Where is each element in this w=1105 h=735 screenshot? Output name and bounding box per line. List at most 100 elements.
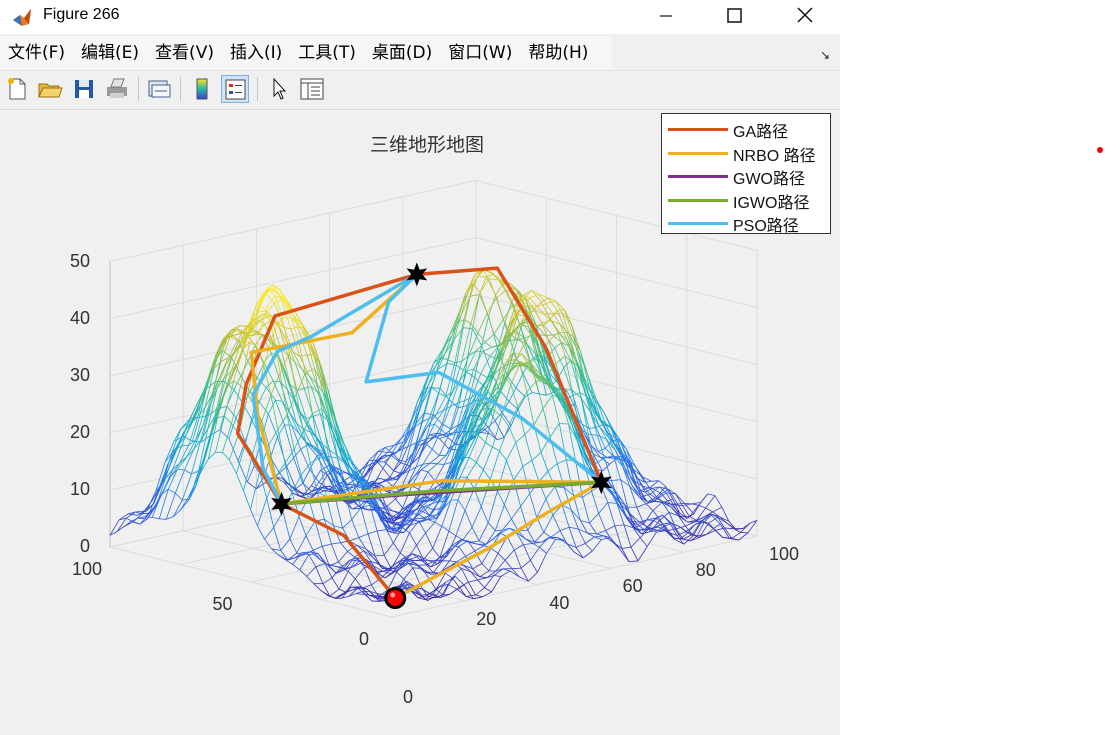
mesh-segment: [422, 448, 433, 465]
mesh-segment: [515, 532, 524, 545]
mesh-segment: [705, 495, 716, 509]
mesh-segment: [573, 551, 584, 559]
mesh-segment: [360, 507, 369, 534]
mesh-segment: [378, 477, 386, 481]
mesh-segment: [293, 430, 304, 450]
mesh-segment: [513, 466, 524, 481]
mesh-segment: [731, 532, 742, 539]
mesh-segment: [484, 333, 495, 343]
mesh-segment: [420, 469, 429, 473]
mesh-segment: [267, 302, 275, 312]
y-tick-50: 50: [212, 594, 233, 614]
mesh-segment: [504, 549, 515, 561]
mesh-segment: [531, 452, 542, 461]
mesh-segment: [554, 486, 563, 506]
mesh-segment: [575, 543, 586, 548]
mesh-segment: [543, 313, 552, 321]
mesh-segment: [547, 463, 558, 472]
mesh-segment: [492, 533, 501, 540]
x-tick-40: 40: [549, 592, 570, 613]
mesh-segment: [492, 446, 500, 452]
mesh-segment: [449, 560, 457, 563]
mesh-segment: [172, 509, 181, 518]
mesh-segment: [523, 345, 531, 364]
mesh-segment: [482, 346, 493, 352]
mesh-segment: [484, 587, 492, 593]
mesh-segment: [466, 477, 475, 489]
y-tick-0: 0: [359, 629, 370, 649]
legend-entry-1[interactable]: NRBO 路径: [662, 140, 830, 165]
mesh-segment: [610, 537, 621, 550]
mesh-segment: [623, 524, 632, 548]
mesh-segment: [315, 566, 324, 584]
legend-entry-4[interactable]: PSO路径: [662, 210, 830, 235]
mesh-segment: [535, 381, 544, 409]
mesh-segment: [229, 433, 239, 460]
mesh-segment: [570, 509, 579, 530]
legend[interactable]: GA路径 NRBO 路径 GWO路径 IGWO路径 PSO路径: [661, 113, 831, 235]
mesh-segment: [520, 559, 531, 569]
mesh-segment: [130, 521, 141, 525]
mesh-segment: [668, 489, 678, 505]
legend-entry-3[interactable]: IGWO路径: [662, 187, 830, 212]
mesh-segment: [402, 527, 410, 534]
mesh-segment: [486, 298, 497, 314]
mesh-segment: [591, 539, 602, 552]
mesh-segment: [293, 457, 304, 484]
mesh-segment: [482, 446, 493, 471]
mesh-segment: [534, 532, 545, 543]
mesh-segment: [591, 491, 600, 514]
mesh-segment: [512, 352, 523, 355]
mesh-segment: [338, 571, 349, 590]
mesh-segment: [354, 567, 365, 580]
mesh-segment: [322, 543, 332, 547]
mesh-segment: [412, 567, 421, 585]
x-tick-100: 100: [769, 544, 800, 564]
mesh-segment: [539, 393, 547, 396]
mesh-segment: [490, 547, 499, 554]
mesh-segment: [463, 584, 474, 600]
mesh-segment: [222, 423, 232, 453]
mesh-segment: [409, 532, 417, 546]
plot-axes[interactable]: [0, 0, 840, 735]
mesh-segment: [224, 380, 235, 417]
legend-entry-2[interactable]: GWO路径: [662, 163, 830, 188]
mesh-segment: [425, 532, 434, 549]
mesh-segment: [508, 425, 517, 443]
mesh-segment: [312, 545, 323, 551]
legend-entry-0[interactable]: GA路径: [662, 116, 830, 141]
mesh-segment: [582, 550, 593, 559]
legend-label: PSO路径: [733, 218, 799, 235]
mesh-segment: [298, 516, 307, 536]
mesh-segment: [242, 403, 253, 421]
mesh-segment: [440, 333, 451, 358]
mesh-segment: [445, 572, 453, 579]
mesh-segment: [509, 332, 517, 334]
mesh-segment: [682, 505, 690, 517]
z-tick-40: 40: [70, 307, 91, 328]
mesh-segment: [585, 543, 593, 552]
mesh-segment: [466, 462, 477, 478]
mesh-segment: [513, 479, 521, 507]
mesh-segment: [480, 506, 489, 523]
mesh-segment: [537, 553, 547, 573]
mesh-segment: [439, 454, 447, 457]
mesh-segment: [396, 571, 405, 580]
mesh-segment: [432, 526, 443, 549]
mesh-segment: [275, 462, 286, 478]
x-tick-60: 60: [622, 576, 643, 597]
mesh-segment: [478, 522, 489, 542]
mesh-segment: [477, 579, 485, 588]
x-tick-0: 0: [403, 687, 414, 707]
mesh-segment: [270, 372, 281, 396]
legend-label: IGWO路径: [733, 194, 810, 212]
mesh-segment: [308, 554, 317, 568]
mesh-segment: [513, 549, 522, 569]
mesh-segment: [266, 498, 275, 528]
mesh-segment: [691, 502, 701, 505]
mesh-segment: [258, 401, 269, 415]
mesh-segment: [511, 506, 521, 520]
z-tick-10: 10: [70, 478, 91, 499]
mesh-segment: [605, 525, 616, 531]
mesh-segment: [628, 560, 639, 562]
